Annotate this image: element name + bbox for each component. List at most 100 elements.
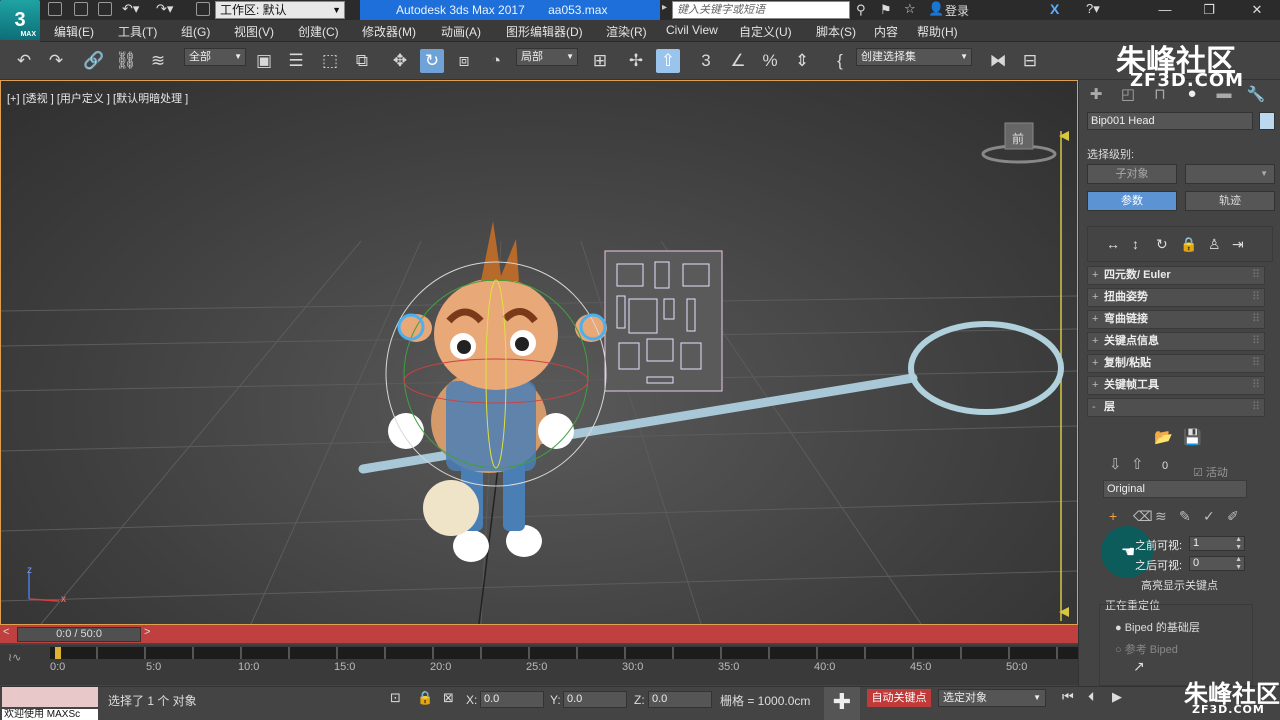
mirror-icon[interactable]: ⧓: [986, 49, 1010, 73]
user-icon[interactable]: 👤: [928, 1, 944, 17]
time-slider-bar[interactable]: < >: [0, 625, 1078, 643]
binoculars-icon[interactable]: ⚲: [856, 2, 866, 18]
favorites-star-icon[interactable]: ☆: [904, 1, 916, 17]
open-file-icon[interactable]: [74, 2, 88, 16]
opposite-icon[interactable]: ⇥: [1232, 236, 1244, 253]
menu-animation[interactable]: 动画(A): [441, 23, 481, 40]
select-manipulate-icon[interactable]: ✢: [624, 49, 648, 73]
menu-modifiers[interactable]: 修改器(M): [362, 23, 416, 40]
help-icon[interactable]: ?▾: [1086, 1, 1100, 17]
curve-editor-mini-icon[interactable]: ≀∿: [8, 651, 21, 664]
before-visible-spinner[interactable]: 1 ▲ ▼: [1189, 536, 1245, 551]
next-layer-icon[interactable]: ⇧: [1131, 455, 1144, 473]
layer-name-field[interactable]: Original: [1103, 480, 1247, 498]
menu-group[interactable]: 组(G): [181, 23, 210, 40]
rollout-copy-paste[interactable]: 复制/粘贴 ⠿: [1087, 354, 1265, 373]
rollout-twist-poses[interactable]: 扭曲姿势 ⠿: [1087, 288, 1265, 307]
active-checkbox[interactable]: ☑ 活动: [1193, 464, 1228, 480]
y-coordinate-input[interactable]: 0.0: [563, 691, 627, 708]
menu-graph-editors[interactable]: 图形编辑器(D): [506, 23, 583, 40]
snaps-toggle-icon[interactable]: 3: [694, 49, 718, 73]
link-icon[interactable]: 🔗: [82, 49, 106, 73]
play-icon[interactable]: ▶: [1112, 689, 1122, 705]
time-slider[interactable]: 0:0 / 50:0: [17, 627, 141, 642]
create-tab-icon[interactable]: ✚: [1085, 85, 1107, 103]
keyboard-shortcut-override-icon[interactable]: ⇧: [656, 49, 680, 73]
object-name-field[interactable]: Bip001 Head: [1087, 112, 1253, 130]
utilities-tab-icon[interactable]: 🔧: [1245, 85, 1267, 103]
edit-named-selection-icon[interactable]: {: [828, 49, 852, 73]
restore-icon[interactable]: ❐: [1186, 0, 1232, 20]
rect-selection-region-icon[interactable]: ⬚: [318, 49, 342, 73]
user-community-icon[interactable]: ⚑: [880, 2, 892, 18]
activate-only-icon[interactable]: ✓: [1203, 508, 1215, 525]
named-selection-set-dropdown[interactable]: 创建选择集 ▼: [856, 48, 972, 66]
percent-snap-icon[interactable]: %: [758, 49, 782, 73]
workspace-dropdown[interactable]: 工作区: 默认 ▼: [215, 1, 345, 19]
menu-civil-view[interactable]: Civil View: [666, 23, 718, 37]
delete-layer-icon[interactable]: ⌫: [1133, 508, 1153, 525]
menu-scripting[interactable]: 脚本(S): [816, 23, 856, 40]
reference-coordinate-dropdown[interactable]: 局部 ▼: [516, 48, 578, 66]
pivot-center-icon[interactable]: ⊞: [588, 49, 612, 73]
sub-object-dropdown[interactable]: ▼: [1185, 164, 1275, 184]
menu-views[interactable]: 视图(V): [234, 23, 274, 40]
save-layer-icon[interactable]: 💾: [1183, 428, 1202, 446]
selected-objects-dropdown[interactable]: 选定对象 ▼: [938, 689, 1046, 707]
menu-edit[interactable]: 编辑(E): [54, 23, 94, 40]
rollout-bend-links[interactable]: 弯曲链接 ⠿: [1087, 310, 1265, 329]
bind-space-warp-icon[interactable]: ≋: [146, 49, 170, 73]
after-visible-spinner[interactable]: 0 ▲ ▼: [1189, 556, 1245, 571]
create-layer-icon[interactable]: +: [1109, 508, 1117, 524]
undo-icon[interactable]: ↶: [12, 49, 36, 73]
net-hoop[interactable]: [908, 321, 1064, 415]
previous-layer-icon[interactable]: ⇩: [1109, 455, 1122, 473]
perspective-viewport[interactable]: [+] [透视 ] [用户定义 ] [默认明暗处理 ] z x 前: [0, 80, 1078, 625]
rollout-key-info[interactable]: 关键点信息 ⠿: [1087, 332, 1265, 351]
select-move-icon[interactable]: ✥: [388, 49, 412, 73]
absolute-mode-icon[interactable]: ⊠: [443, 690, 454, 706]
menu-customize[interactable]: 自定义(U): [739, 23, 792, 40]
window-crossing-icon[interactable]: ⧉: [350, 49, 374, 73]
sub-object-button[interactable]: 子对象: [1087, 164, 1177, 184]
minimize-icon[interactable]: —: [1142, 0, 1188, 20]
close-icon[interactable]: ✕: [1234, 0, 1280, 20]
body-rotation-icon[interactable]: ↻: [1156, 236, 1168, 253]
rollout-quaternion-euler[interactable]: 四元数/ Euler ⠿: [1087, 266, 1265, 285]
redo-icon[interactable]: ↷: [44, 49, 68, 73]
object-color-swatch[interactable]: [1259, 112, 1275, 130]
collapse-layer-icon[interactable]: ≋: [1155, 508, 1167, 525]
body-vertical-icon[interactable]: ↕: [1132, 236, 1139, 252]
undo-title-icon[interactable]: ↶▾: [122, 1, 139, 17]
isolate-selection-icon[interactable]: ⊡: [390, 690, 401, 706]
parameters-button[interactable]: 参数: [1087, 191, 1177, 211]
new-file-icon[interactable]: [48, 2, 62, 16]
track-bar[interactable]: ≀∿ 0:0 5:0 10:0 15:0 20:0 25:0 30:0 35:0…: [0, 645, 1078, 685]
rollout-layers[interactable]: 层⠿: [1087, 398, 1265, 417]
snap-set-key-icon[interactable]: ✎: [1179, 508, 1191, 525]
z-coordinate-input[interactable]: 0.0: [648, 691, 712, 708]
biped-picker-board[interactable]: [604, 250, 723, 392]
app-logo[interactable]: 3 MAX: [0, 0, 40, 40]
add-time-tag-icon[interactable]: ✚: [824, 687, 860, 720]
unlink-icon[interactable]: ⛓: [114, 49, 138, 73]
select-place-icon[interactable]: ◔: [484, 49, 508, 73]
menu-help[interactable]: 帮助(H): [917, 23, 958, 40]
goto-start-icon[interactable]: ⏮: [1062, 689, 1074, 705]
rollout-keyframing-tools[interactable]: 关键帧工具 ⠿: [1087, 376, 1265, 395]
search-input[interactable]: 键入关键字或短语: [672, 1, 850, 19]
selection-filter-dropdown[interactable]: 全部 ▼: [184, 48, 246, 66]
menu-rendering[interactable]: 渲染(R): [606, 23, 647, 40]
load-layer-icon[interactable]: 📂: [1154, 428, 1173, 446]
time-next-icon[interactable]: >: [144, 626, 150, 638]
lock-cop-icon[interactable]: 🔒: [1180, 236, 1197, 253]
character-model[interactable]: [388, 221, 607, 562]
select-scale-icon[interactable]: ⧈: [452, 49, 476, 73]
body-horizontal-icon[interactable]: ↔: [1106, 236, 1120, 252]
maxscript-mini[interactable]: 欢迎使用 MAXSc: [2, 709, 98, 720]
align-icon[interactable]: ⊟: [1018, 49, 1042, 73]
menu-create[interactable]: 创建(C): [298, 23, 339, 40]
search-expand-icon[interactable]: ▸: [662, 2, 667, 13]
biped-base-layer-radio[interactable]: ● Biped 的基础层: [1115, 619, 1200, 635]
project-folder-icon[interactable]: [196, 2, 210, 16]
